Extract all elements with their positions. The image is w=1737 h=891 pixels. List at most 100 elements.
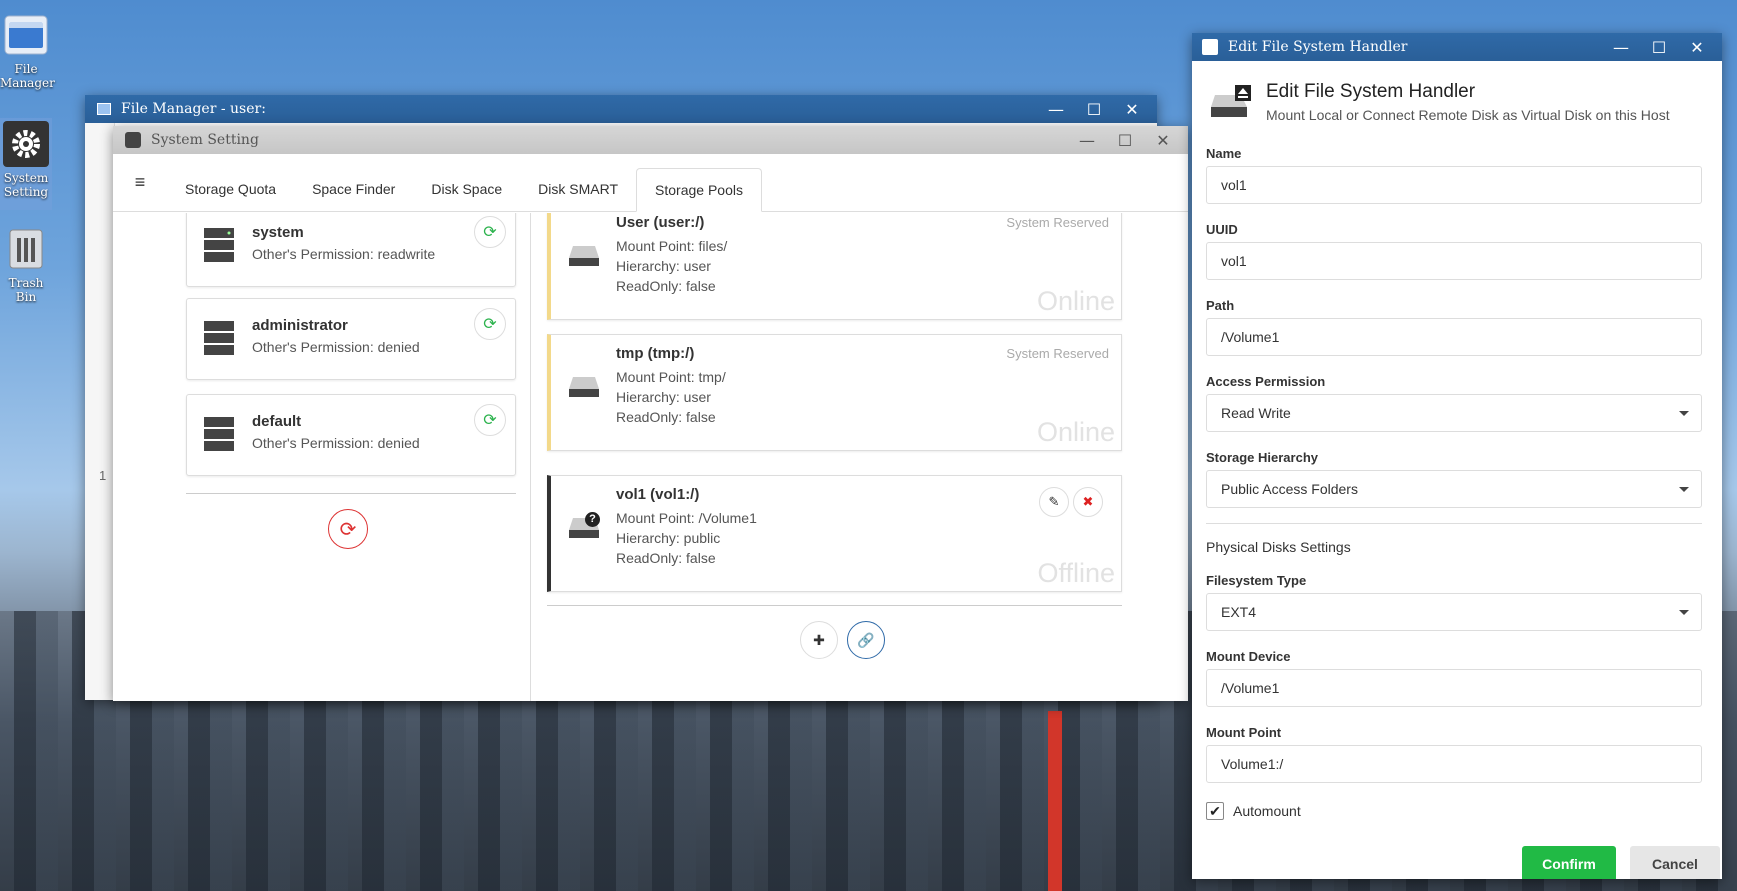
access-permission-select[interactable]: Read Write: [1206, 394, 1702, 432]
close-button[interactable]: ✕: [1144, 131, 1182, 150]
user-list-panel: system Other's Permission: readwrite ⟳ a…: [113, 213, 531, 701]
uuid-input[interactable]: vol1: [1206, 242, 1702, 280]
window-title: File Manager - user:: [121, 101, 266, 117]
mount-device-label: Mount Device: [1206, 649, 1291, 664]
system-setting-titlebar[interactable]: System Setting — ☐ ✕: [113, 126, 1188, 154]
wallpaper-tower: [1030, 711, 1080, 891]
divider: [1206, 523, 1702, 524]
storage-pools-panel: User (user:/) Mount Point: files/ Hierar…: [532, 213, 1188, 701]
pool-hierarchy: Hierarchy: user: [616, 258, 711, 274]
confirm-button[interactable]: Confirm: [1522, 846, 1616, 879]
divider: [186, 493, 516, 494]
user-permission: Other's Permission: readwrite: [252, 246, 436, 262]
name-label: Name: [1206, 146, 1242, 161]
pool-title: tmp (tmp:/): [616, 345, 695, 362]
user-permission: Other's Permission: denied: [252, 435, 420, 451]
refresh-all-button[interactable]: ⟳: [328, 509, 368, 549]
select-value: Public Access Folders: [1221, 481, 1358, 497]
refresh-icon[interactable]: ⟳: [474, 308, 506, 340]
desktop-icon-system-setting[interactable]: System Setting: [0, 118, 52, 210]
user-card-default[interactable]: default Other's Permission: denied ⟳: [186, 394, 516, 476]
access-permission-label: Access Permission: [1206, 374, 1326, 389]
window-title: Edit File System Handler: [1228, 39, 1408, 55]
pool-mount: Mount Point: /Volume1: [616, 510, 757, 526]
disk-icon: [569, 377, 599, 397]
hamburger-menu-icon[interactable]: ≡: [125, 153, 155, 211]
automount-checkbox[interactable]: ✔: [1206, 802, 1224, 820]
system-reserved-badge: System Reserved: [1006, 346, 1109, 361]
name-input[interactable]: vol1: [1206, 166, 1702, 204]
physical-disks-section-title: Physical Disks Settings: [1206, 539, 1351, 555]
pool-card-vol1[interactable]: ? vol1 (vol1:/) Mount Point: /Volume1 Hi…: [547, 475, 1122, 592]
file-manager-sidebar: 1: [85, 123, 115, 700]
uuid-label: UUID: [1206, 222, 1238, 237]
path-label: Path: [1206, 298, 1235, 313]
path-input[interactable]: /Volume1: [1206, 318, 1702, 356]
close-button[interactable]: ✕: [1678, 38, 1716, 57]
user-card-administrator[interactable]: administrator Other's Permission: denied…: [186, 298, 516, 380]
maximize-button[interactable]: ☐: [1075, 100, 1113, 119]
refresh-icon[interactable]: ⟳: [474, 216, 506, 248]
folder-icon: [3, 12, 49, 58]
pool-card-user[interactable]: User (user:/) Mount Point: files/ Hierar…: [547, 213, 1122, 320]
select-value: Read Write: [1221, 405, 1291, 421]
dialog-titlebar[interactable]: Edit File System Handler — ☐ ✕: [1192, 33, 1722, 61]
user-name: system: [252, 224, 304, 241]
server-icon: [204, 321, 234, 355]
tab-disk-space[interactable]: Disk Space: [413, 167, 520, 211]
tab-space-finder[interactable]: Space Finder: [294, 167, 413, 211]
file-manager-titlebar[interactable]: File Manager - user: — ☐ ✕: [85, 95, 1157, 123]
desktop-icon-label: File: [14, 62, 38, 76]
desktop-icon-label: Setting: [3, 185, 49, 199]
minimize-button[interactable]: —: [1037, 100, 1075, 119]
desktop-icon-file-manager[interactable]: File Manager: [0, 12, 55, 90]
add-pool-button[interactable]: ✚: [800, 621, 838, 659]
eject-disk-icon: [1202, 39, 1218, 55]
delete-button[interactable]: ✖: [1073, 487, 1103, 517]
minimize-button[interactable]: —: [1602, 38, 1640, 57]
tab-disk-smart[interactable]: Disk SMART: [520, 167, 636, 211]
tab-storage-pools[interactable]: Storage Pools: [636, 168, 762, 212]
maximize-button[interactable]: ☐: [1106, 131, 1144, 150]
storage-hierarchy-select[interactable]: Public Access Folders: [1206, 470, 1702, 508]
window-app-icon: [97, 103, 111, 115]
user-card-system[interactable]: system Other's Permission: readwrite ⟳: [186, 213, 516, 287]
tab-storage-quota[interactable]: Storage Quota: [167, 167, 294, 211]
mount-point-input[interactable]: Volume1:/: [1206, 745, 1702, 783]
user-name: administrator: [252, 317, 348, 334]
side-number: 1: [99, 468, 107, 483]
desktop-icon-label: Trash Bin: [8, 276, 44, 304]
maximize-button[interactable]: ☐: [1640, 38, 1678, 57]
desktop-icon-trash-bin[interactable]: Trash Bin: [0, 226, 52, 304]
close-button[interactable]: ✕: [1113, 100, 1151, 119]
refresh-icon[interactable]: ⟳: [474, 404, 506, 436]
filesystem-type-select[interactable]: EXT4: [1206, 593, 1702, 631]
pool-status: Offline: [1037, 558, 1115, 588]
system-reserved-badge: System Reserved: [1006, 215, 1109, 230]
minimize-button[interactable]: —: [1068, 131, 1106, 150]
window-title: System Setting: [151, 132, 259, 148]
settings-tab-bar: ≡ Storage Quota Space Finder Disk Space …: [113, 154, 1188, 212]
pool-title: User (user:/): [616, 214, 705, 231]
link-pool-button[interactable]: 🔗: [847, 621, 885, 659]
mount-device-input[interactable]: /Volume1: [1206, 669, 1702, 707]
gear-icon: [125, 132, 141, 148]
chevron-down-icon: [1679, 487, 1689, 492]
pool-status: Online: [1036, 417, 1115, 447]
pool-readonly: ReadOnly: false: [616, 409, 716, 425]
pool-readonly: ReadOnly: false: [616, 550, 716, 566]
storage-hierarchy-label: Storage Hierarchy: [1206, 450, 1318, 465]
disk-icon: [569, 246, 599, 266]
pool-mount: Mount Point: tmp/: [616, 369, 726, 385]
edit-button[interactable]: ✎: [1039, 487, 1069, 517]
pool-readonly: ReadOnly: false: [616, 278, 716, 294]
disk-header-icon: [1211, 85, 1251, 117]
dialog-subheading: Mount Local or Connect Remote Disk as Vi…: [1266, 107, 1670, 123]
question-icon: ?: [585, 512, 600, 527]
pool-card-tmp[interactable]: tmp (tmp:/) Mount Point: tmp/ Hierarchy:…: [547, 334, 1122, 451]
pool-status: Online: [1036, 286, 1115, 316]
server-icon: [204, 228, 234, 262]
dialog-body: Edit File System Handler Mount Local or …: [1192, 61, 1722, 879]
cancel-button[interactable]: Cancel: [1630, 846, 1720, 879]
divider: [547, 605, 1122, 606]
